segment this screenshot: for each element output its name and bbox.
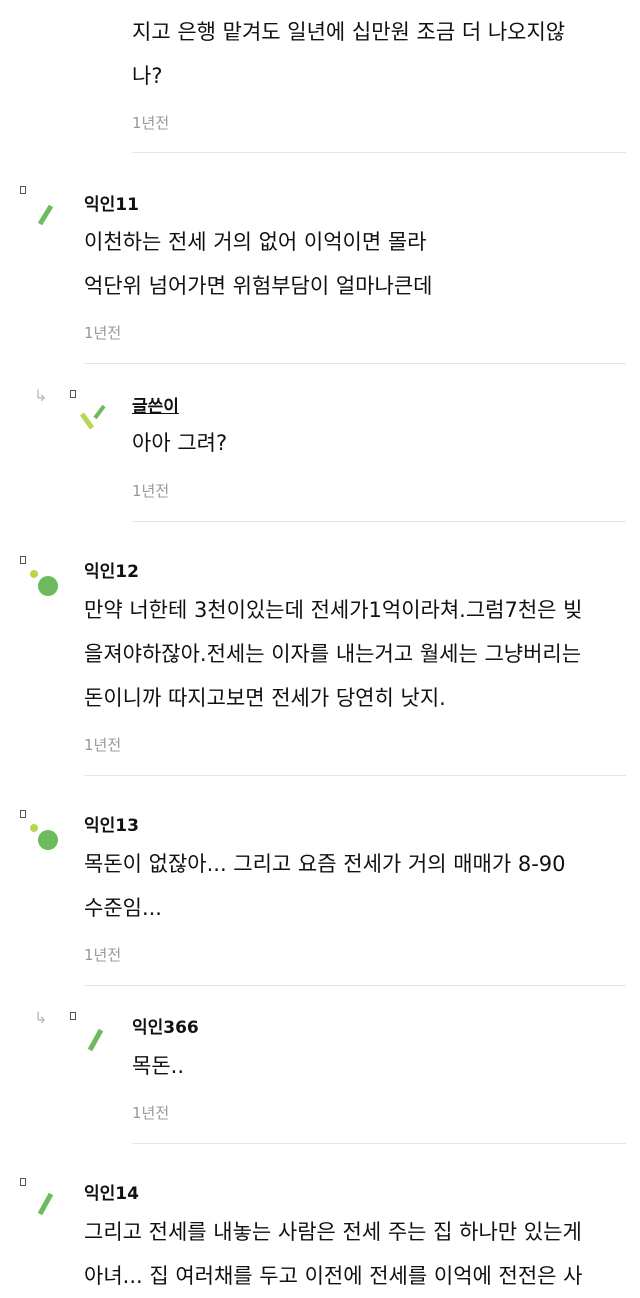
reply-arrow-icon: ↳ [34,386,48,405]
avatar[interactable] [20,1178,80,1238]
comment-time: 1년전 [132,482,170,500]
comment-author-op[interactable]: 글쓴이 [132,392,179,417]
divider [132,152,626,153]
avatar[interactable] [20,556,80,616]
comment-body: 목돈이 없잖아... 그리고 요즘 전세가 거의 매매가 8-90 수준임... [84,852,566,920]
comment-time: 1년전 [84,946,122,964]
comment-body: 지고 은행 맡겨도 일년에 십만원 조금 더 나오지않 나? [132,20,566,88]
comment-body: 아아 그려? [132,431,228,455]
comment-body: 그리고 전세를 내놓는 사람은 전세 주는 집 하나만 있는게 아녀... 집 … [84,1220,583,1288]
comment-time: 1년전 [84,324,122,342]
divider [84,985,626,986]
comment-body: 이천하는 전세 거의 없어 이억이면 몰라 억단위 넘어가면 위험부담이 얼마나… [84,230,433,298]
comment-time: 1년전 [132,1104,170,1122]
avatar[interactable] [70,390,130,450]
comment-author[interactable]: 익인14 [84,1179,139,1204]
comment-body: 목돈.. [132,1054,184,1078]
comment-author[interactable]: 익인366 [132,1013,199,1038]
avatar[interactable] [70,1012,130,1072]
divider [84,363,626,364]
reply-arrow-icon: ↳ [34,1008,48,1027]
comment-author[interactable]: 익인13 [84,811,139,836]
divider [84,775,626,776]
avatar[interactable] [20,186,80,246]
comment-time: 1년전 [132,114,170,132]
comment-time: 1년전 [84,736,122,754]
comment-author[interactable]: 익인12 [84,557,139,582]
divider [132,1143,626,1144]
comment-body: 만약 너한테 3천이있는데 전세가1억이라쳐.그럼7천은 빚 을져야하잖아.전세… [84,598,583,710]
divider [132,521,626,522]
avatar[interactable] [20,810,80,870]
comment-author[interactable]: 익인11 [84,190,139,215]
